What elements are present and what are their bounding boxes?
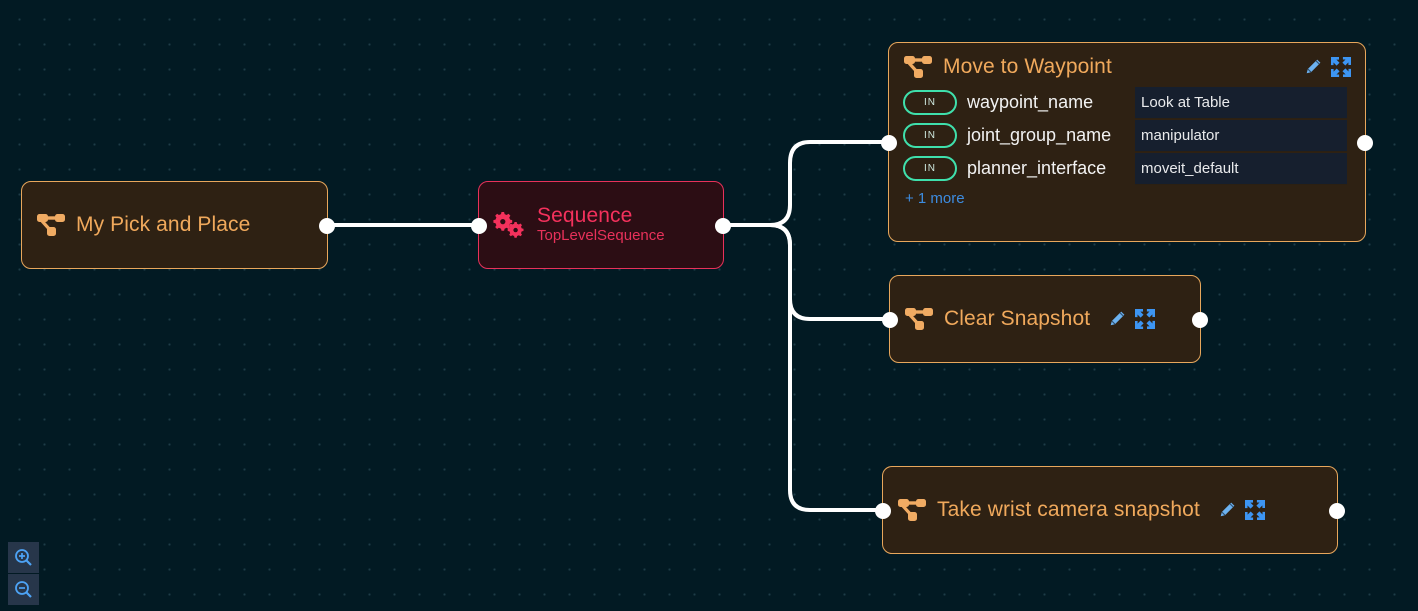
zoom-out-icon	[14, 580, 33, 599]
node-move-to-waypoint[interactable]: Move to Waypoint IN waypoint_name Look a…	[881, 42, 1373, 242]
node-title: Clear Snapshot	[944, 307, 1091, 330]
port-label: planner_interface	[967, 158, 1107, 178]
port-value-input[interactable]	[1135, 86, 1347, 119]
port-row: IN planner_interface	[889, 152, 1365, 185]
sitemap-icon	[897, 497, 927, 523]
pencil-icon[interactable]	[1218, 501, 1236, 519]
sitemap-icon	[36, 212, 66, 238]
port-label: joint_group_name	[967, 125, 1112, 145]
node-header: My Pick and Place	[22, 182, 327, 268]
port-row: IN waypoint_name	[889, 86, 1365, 119]
show-more-ports-link[interactable]: + 1 more	[889, 185, 1365, 207]
node-header-actions	[1218, 500, 1265, 520]
port-row: IN joint_group_name	[889, 119, 1365, 152]
zoom-out-button[interactable]	[8, 574, 39, 605]
port-direction-badge: IN	[903, 156, 957, 181]
pencil-icon[interactable]	[1304, 58, 1322, 76]
edge-sequence-to-take-wrist-camera-snapshot	[722, 223, 882, 512]
sitemap-icon	[903, 54, 933, 80]
port-value-input[interactable]	[1135, 152, 1347, 185]
output-port-dot[interactable]	[1329, 503, 1345, 519]
node-header: Move to Waypoint	[889, 43, 1365, 84]
node-title-block: Sequence TopLevelSequence	[537, 204, 665, 246]
port-direction-badge: IN	[903, 90, 957, 115]
node-header-actions	[1304, 57, 1351, 77]
node-header: Sequence TopLevelSequence	[479, 182, 723, 268]
sitemap-icon	[904, 306, 934, 332]
node-ports: IN waypoint_name IN joint_group_name IN …	[889, 86, 1365, 207]
node-take-wrist-camera-snapshot[interactable]: Take wrist camera snapshot	[875, 466, 1345, 554]
zoom-controls	[8, 542, 39, 605]
node-sequence[interactable]: Sequence TopLevelSequence	[471, 181, 731, 269]
zoom-in-button[interactable]	[8, 542, 39, 573]
input-port-dot[interactable]	[882, 312, 898, 328]
gears-icon	[493, 209, 527, 241]
node-header: Clear Snapshot	[890, 276, 1200, 362]
output-port-dot[interactable]	[715, 218, 731, 234]
input-port-dot[interactable]	[881, 135, 897, 151]
output-port-dot[interactable]	[1192, 312, 1208, 328]
port-direction-badge: IN	[903, 123, 957, 148]
port-label: waypoint_name	[967, 92, 1094, 112]
behavior-tree-canvas[interactable]: My Pick and Place Sequence TopLevelSeque…	[0, 0, 1418, 611]
edge-sequence-to-clear-snapshot	[722, 223, 888, 321]
input-port-dot[interactable]	[875, 503, 891, 519]
output-port-dot[interactable]	[319, 218, 335, 234]
node-title: Take wrist camera snapshot	[937, 498, 1200, 521]
pencil-icon[interactable]	[1108, 310, 1126, 328]
node-title: My Pick and Place	[76, 213, 251, 236]
node-my-pick-and-place[interactable]: My Pick and Place	[21, 181, 335, 269]
expand-arrows-icon[interactable]	[1331, 57, 1351, 77]
expand-arrows-icon[interactable]	[1244, 500, 1265, 520]
expand-arrows-icon[interactable]	[1135, 309, 1156, 329]
node-header: Take wrist camera snapshot	[883, 467, 1337, 553]
edge-sequence-to-move-to-waypoint	[722, 140, 888, 227]
output-port-dot[interactable]	[1357, 135, 1373, 151]
input-port-dot[interactable]	[471, 218, 487, 234]
node-title: Sequence	[537, 204, 633, 228]
zoom-in-icon	[14, 548, 33, 567]
node-header-actions	[1108, 309, 1156, 329]
port-value-input[interactable]	[1135, 119, 1347, 152]
node-subtitle: TopLevelSequence	[537, 227, 665, 245]
node-title: Move to Waypoint	[943, 55, 1112, 78]
node-clear-snapshot[interactable]: Clear Snapshot	[882, 275, 1208, 363]
